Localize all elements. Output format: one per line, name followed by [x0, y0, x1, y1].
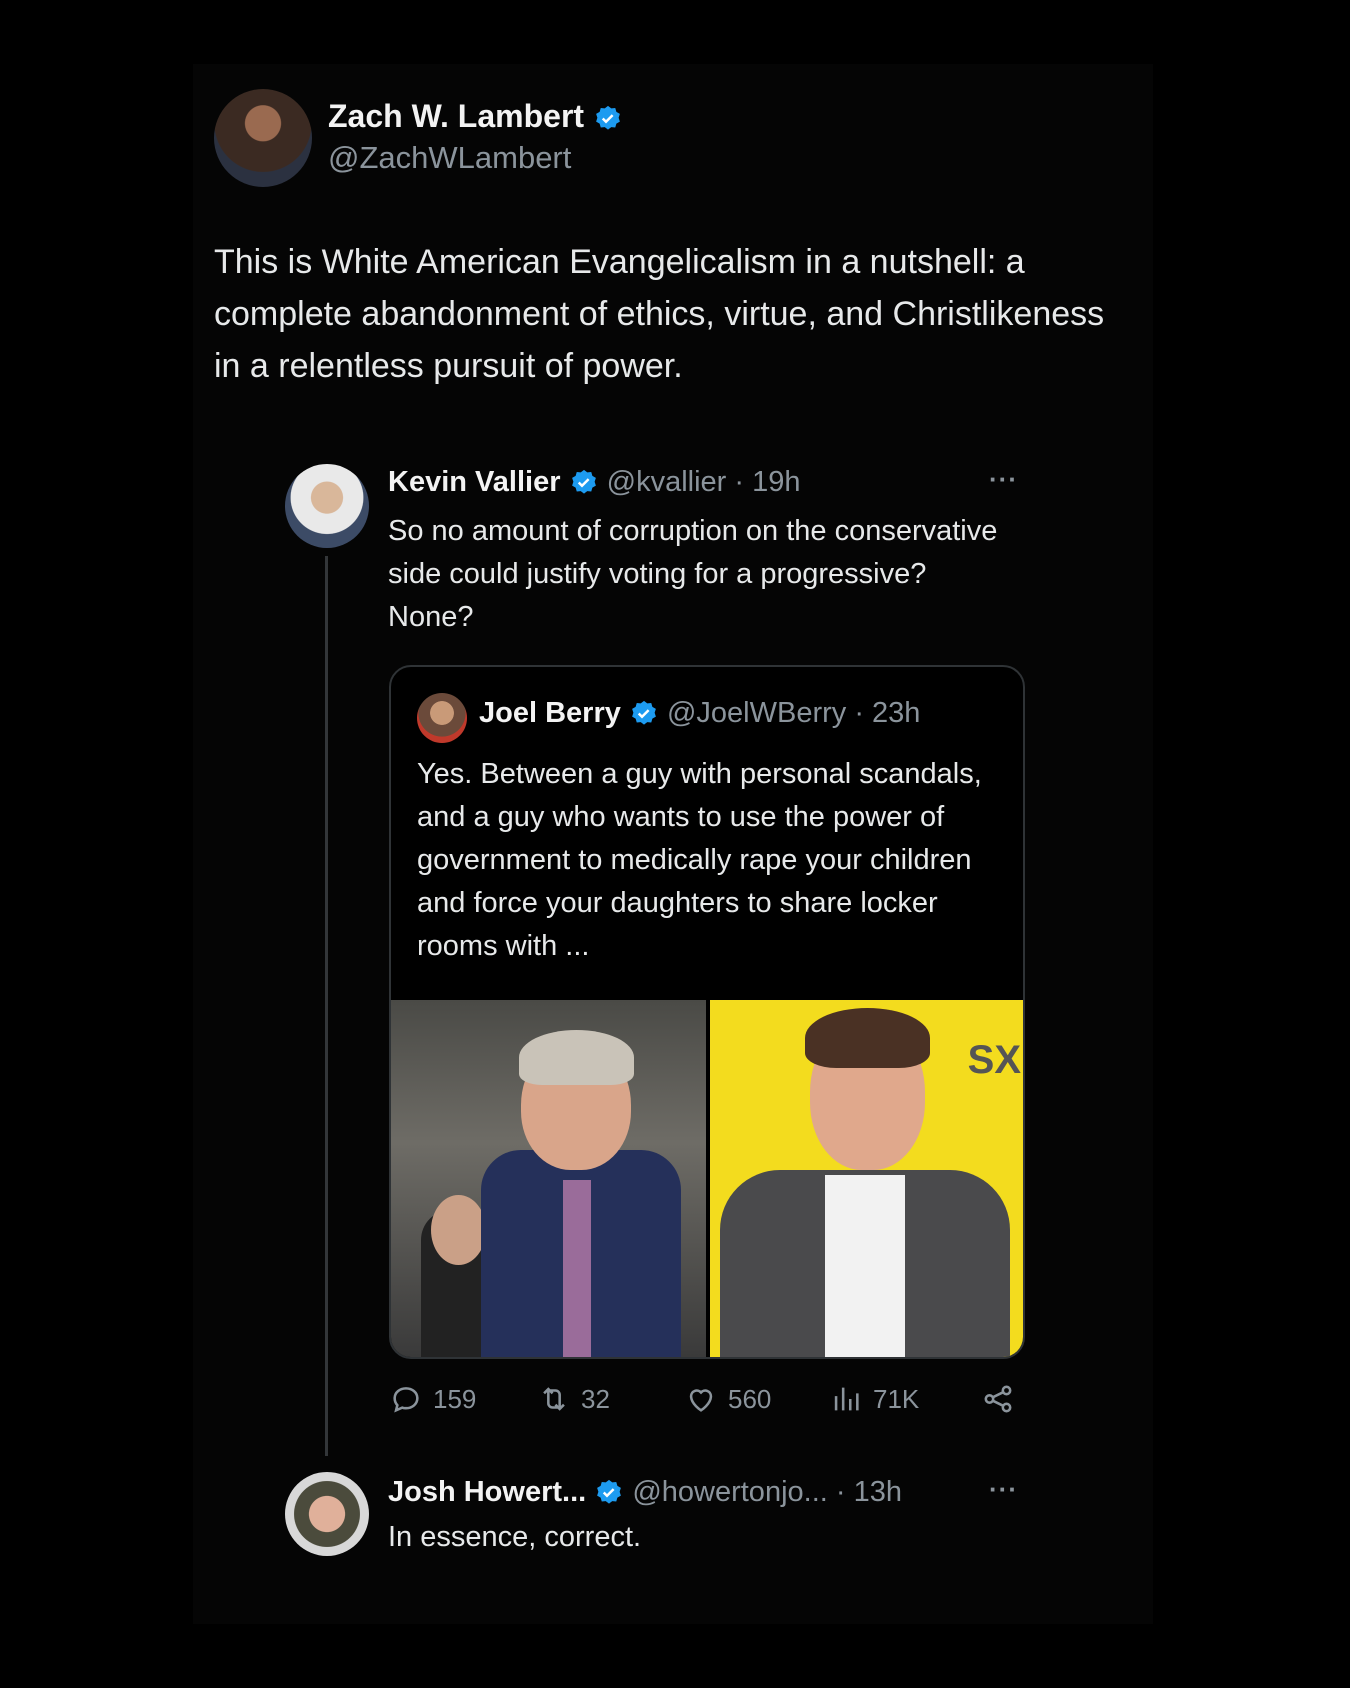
- repost-icon: [543, 1387, 565, 1411]
- photo-figure: [825, 1175, 905, 1357]
- author-avatar[interactable]: [214, 89, 312, 187]
- heart-icon: [689, 1389, 713, 1412]
- share-button[interactable]: [981, 1382, 1015, 1416]
- author-name[interactable]: Zach W. Lambert: [328, 98, 584, 134]
- views-count: 71K: [873, 1383, 920, 1414]
- photo-sign: SX: [967, 1038, 1021, 1082]
- tweet-text: This is White American Evangelicalism in…: [214, 243, 1105, 385]
- photo-figure: [519, 1030, 634, 1085]
- author-name-row[interactable]: Zach W. Lambert: [328, 98, 623, 135]
- josh-handle-time[interactable]: @howertonjo... · 13h: [632, 1476, 902, 1508]
- kevin-text: So no amount of corruption on the conser…: [388, 515, 998, 633]
- verified-badge-icon: [571, 470, 596, 494]
- quoted-tweet[interactable]: Joel Berry @JoelWBerry · 23h Yes. Betwee…: [389, 665, 1025, 1359]
- action-bar: 159 32 560 71K: [389, 1382, 1021, 1422]
- kevin-header: Kevin Vallier @kvallier · 19h: [388, 466, 800, 499]
- joel-avatar: [417, 693, 467, 743]
- views-button[interactable]: 71K: [829, 1382, 919, 1416]
- photo-figure: [805, 1008, 930, 1068]
- reply-icon: [393, 1387, 419, 1413]
- thread-line: [325, 556, 328, 1456]
- reply-button[interactable]: 159: [389, 1382, 476, 1416]
- tweet-card: Zach W. Lambert @ZachWLambert This is Wh…: [193, 64, 1153, 1624]
- kevin-name[interactable]: Kevin Vallier: [388, 466, 561, 498]
- kevin-avatar[interactable]: [285, 464, 369, 548]
- reply-count: 159: [433, 1383, 477, 1414]
- josh-header: Josh Howert... @howertonjo... · 13h: [388, 1476, 902, 1509]
- share-icon: [984, 1385, 1012, 1413]
- verified-badge-icon: [632, 701, 656, 725]
- joel-name: Joel Berry: [479, 697, 621, 729]
- kevin-handle-time[interactable]: @kvallier · 19h: [607, 466, 801, 498]
- repost-count: 32: [581, 1383, 610, 1414]
- photo-figure: [563, 1180, 591, 1357]
- views-icon: [834, 1387, 859, 1411]
- quote-media[interactable]: SX: [391, 1000, 1023, 1357]
- joel-header: Joel Berry @JoelWBerry · 23h: [479, 697, 920, 730]
- photo-left[interactable]: [391, 1000, 706, 1357]
- josh-text: In essence, correct.: [388, 1521, 642, 1553]
- josh-name[interactable]: Josh Howert...: [388, 1476, 586, 1508]
- repost-button[interactable]: 32: [537, 1382, 610, 1416]
- author-handle[interactable]: @ZachWLambert: [328, 140, 571, 176]
- joel-handle-time: @JoelWBerry · 23h: [666, 697, 921, 729]
- photo-right[interactable]: SX: [710, 1000, 1023, 1357]
- more-options-icon[interactable]: ···: [989, 464, 1018, 495]
- more-options-icon[interactable]: ···: [989, 1474, 1018, 1505]
- like-button[interactable]: 560: [684, 1382, 771, 1416]
- like-count: 560: [728, 1383, 772, 1414]
- josh-avatar[interactable]: [285, 1472, 369, 1556]
- verified-badge-icon: [597, 1480, 622, 1504]
- photo-figure: [431, 1195, 486, 1265]
- verified-badge-icon: [596, 105, 620, 130]
- quote-text: Yes. Between a guy with personal scandal…: [417, 758, 982, 962]
